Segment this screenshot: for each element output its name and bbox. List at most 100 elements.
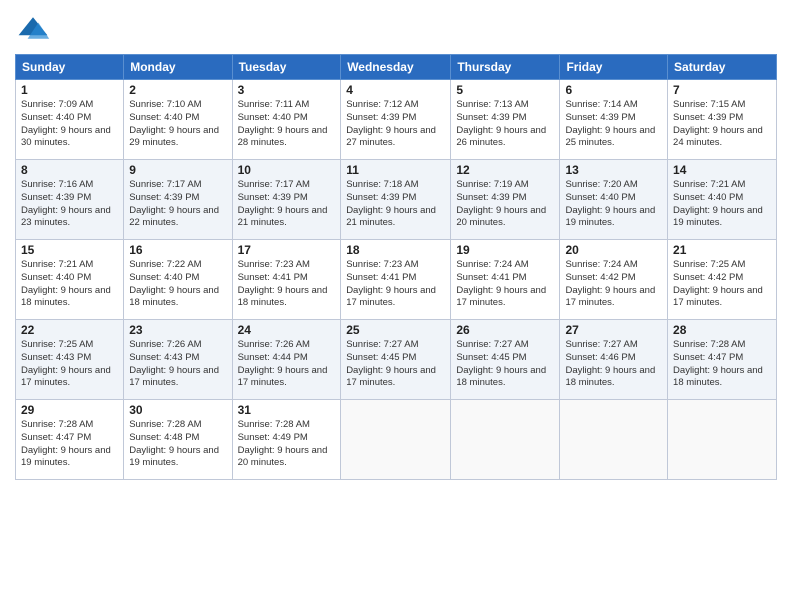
day-cell: 29 Sunrise: 7:28 AMSunset: 4:47 PMDayligh… [16, 400, 124, 480]
day-number: 12 [456, 163, 554, 177]
page: SundayMondayTuesdayWednesdayThursdayFrid… [0, 0, 792, 612]
day-info: Sunrise: 7:18 AMSunset: 4:39 PMDaylight:… [346, 179, 436, 228]
day-info: Sunrise: 7:27 AMSunset: 4:46 PMDaylight:… [565, 339, 655, 388]
day-cell [560, 400, 668, 480]
day-cell: 30 Sunrise: 7:28 AMSunset: 4:48 PMDayligh… [124, 400, 232, 480]
day-info: Sunrise: 7:13 AMSunset: 4:39 PMDaylight:… [456, 99, 546, 148]
day-cell: 11 Sunrise: 7:18 AMSunset: 4:39 PMDayligh… [341, 160, 451, 240]
day-cell: 4 Sunrise: 7:12 AMSunset: 4:39 PMDaylight… [341, 80, 451, 160]
calendar-table: SundayMondayTuesdayWednesdayThursdayFrid… [15, 54, 777, 480]
logo-icon [15, 10, 51, 46]
day-number: 9 [129, 163, 226, 177]
day-number: 17 [238, 243, 336, 257]
day-cell [451, 400, 560, 480]
day-info: Sunrise: 7:25 AMSunset: 4:43 PMDaylight:… [21, 339, 111, 388]
day-info: Sunrise: 7:28 AMSunset: 4:47 PMDaylight:… [21, 419, 111, 468]
day-number: 15 [21, 243, 118, 257]
header-cell-monday: Monday [124, 55, 232, 80]
day-number: 13 [565, 163, 662, 177]
day-cell [668, 400, 777, 480]
day-number: 4 [346, 83, 445, 97]
day-info: Sunrise: 7:15 AMSunset: 4:39 PMDaylight:… [673, 99, 763, 148]
day-cell: 14 Sunrise: 7:21 AMSunset: 4:40 PMDayligh… [668, 160, 777, 240]
day-number: 16 [129, 243, 226, 257]
day-number: 7 [673, 83, 771, 97]
day-number: 8 [21, 163, 118, 177]
day-number: 20 [565, 243, 662, 257]
day-number: 6 [565, 83, 662, 97]
day-info: Sunrise: 7:16 AMSunset: 4:39 PMDaylight:… [21, 179, 111, 228]
day-number: 14 [673, 163, 771, 177]
week-row-4: 22 Sunrise: 7:25 AMSunset: 4:43 PMDayligh… [16, 320, 777, 400]
day-info: Sunrise: 7:17 AMSunset: 4:39 PMDaylight:… [238, 179, 328, 228]
header-cell-friday: Friday [560, 55, 668, 80]
day-cell: 10 Sunrise: 7:17 AMSunset: 4:39 PMDayligh… [232, 160, 341, 240]
day-info: Sunrise: 7:14 AMSunset: 4:39 PMDaylight:… [565, 99, 655, 148]
day-number: 19 [456, 243, 554, 257]
day-info: Sunrise: 7:28 AMSunset: 4:49 PMDaylight:… [238, 419, 328, 468]
day-cell: 31 Sunrise: 7:28 AMSunset: 4:49 PMDayligh… [232, 400, 341, 480]
day-info: Sunrise: 7:17 AMSunset: 4:39 PMDaylight:… [129, 179, 219, 228]
day-number: 22 [21, 323, 118, 337]
day-info: Sunrise: 7:12 AMSunset: 4:39 PMDaylight:… [346, 99, 436, 148]
day-number: 27 [565, 323, 662, 337]
day-number: 24 [238, 323, 336, 337]
day-number: 26 [456, 323, 554, 337]
header-cell-sunday: Sunday [16, 55, 124, 80]
day-number: 25 [346, 323, 445, 337]
day-number: 10 [238, 163, 336, 177]
day-info: Sunrise: 7:20 AMSunset: 4:40 PMDaylight:… [565, 179, 655, 228]
day-info: Sunrise: 7:24 AMSunset: 4:42 PMDaylight:… [565, 259, 655, 308]
header-cell-tuesday: Tuesday [232, 55, 341, 80]
day-number: 23 [129, 323, 226, 337]
day-number: 30 [129, 403, 226, 417]
day-cell: 21 Sunrise: 7:25 AMSunset: 4:42 PMDayligh… [668, 240, 777, 320]
day-cell: 13 Sunrise: 7:20 AMSunset: 4:40 PMDayligh… [560, 160, 668, 240]
header [15, 10, 777, 46]
day-cell: 28Sunrise: 7:28 AMSunset: 4:47 PMDayligh… [668, 320, 777, 400]
day-number: 18 [346, 243, 445, 257]
day-cell: 23Sunrise: 7:26 AMSunset: 4:43 PMDayligh… [124, 320, 232, 400]
day-cell: 26 Sunrise: 7:27 AMSunset: 4:45 PMDayligh… [451, 320, 560, 400]
day-info: Sunrise: 7:11 AMSunset: 4:40 PMDaylight:… [238, 99, 328, 148]
day-number: 29 [21, 403, 118, 417]
day-info: Sunrise: 7:23 AMSunset: 4:41 PMDaylight:… [238, 259, 328, 308]
day-cell: 3Sunrise: 7:11 AMSunset: 4:40 PMDaylight… [232, 80, 341, 160]
day-cell: 16 Sunrise: 7:22 AMSunset: 4:40 PMDayligh… [124, 240, 232, 320]
day-cell: 20 Sunrise: 7:24 AMSunset: 4:42 PMDayligh… [560, 240, 668, 320]
day-info: Sunrise: 7:28 AMSunset: 4:48 PMDaylight:… [129, 419, 219, 468]
day-cell: 25Sunrise: 7:27 AMSunset: 4:45 PMDayligh… [341, 320, 451, 400]
day-number: 21 [673, 243, 771, 257]
week-row-2: 8 Sunrise: 7:16 AMSunset: 4:39 PMDaylight… [16, 160, 777, 240]
day-cell: 24 Sunrise: 7:26 AMSunset: 4:44 PMDayligh… [232, 320, 341, 400]
day-info: Sunrise: 7:26 AMSunset: 4:44 PMDaylight:… [238, 339, 328, 388]
day-cell: 22 Sunrise: 7:25 AMSunset: 4:43 PMDayligh… [16, 320, 124, 400]
day-number: 11 [346, 163, 445, 177]
day-cell [341, 400, 451, 480]
day-cell: 5 Sunrise: 7:13 AMSunset: 4:39 PMDaylight… [451, 80, 560, 160]
day-cell: 1Sunrise: 7:09 AMSunset: 4:40 PMDaylight… [16, 80, 124, 160]
header-cell-saturday: Saturday [668, 55, 777, 80]
day-info: Sunrise: 7:22 AMSunset: 4:40 PMDaylight:… [129, 259, 219, 308]
day-info: Sunrise: 7:23 AMSunset: 4:41 PMDaylight:… [346, 259, 436, 308]
day-number: 28 [673, 323, 771, 337]
day-number: 5 [456, 83, 554, 97]
day-info: Sunrise: 7:09 AMSunset: 4:40 PMDaylight:… [21, 99, 111, 148]
day-cell: 6 Sunrise: 7:14 AMSunset: 4:39 PMDaylight… [560, 80, 668, 160]
day-info: Sunrise: 7:21 AMSunset: 4:40 PMDaylight:… [21, 259, 111, 308]
week-row-1: 1Sunrise: 7:09 AMSunset: 4:40 PMDaylight… [16, 80, 777, 160]
day-cell: 7 Sunrise: 7:15 AMSunset: 4:39 PMDaylight… [668, 80, 777, 160]
day-info: Sunrise: 7:21 AMSunset: 4:40 PMDaylight:… [673, 179, 763, 228]
day-info: Sunrise: 7:19 AMSunset: 4:39 PMDaylight:… [456, 179, 546, 228]
day-number: 31 [238, 403, 336, 417]
day-cell: 18 Sunrise: 7:23 AMSunset: 4:41 PMDayligh… [341, 240, 451, 320]
day-cell: 27 Sunrise: 7:27 AMSunset: 4:46 PMDayligh… [560, 320, 668, 400]
calendar-body: 1Sunrise: 7:09 AMSunset: 4:40 PMDaylight… [16, 80, 777, 480]
day-cell: 12 Sunrise: 7:19 AMSunset: 4:39 PMDayligh… [451, 160, 560, 240]
day-info: Sunrise: 7:27 AMSunset: 4:45 PMDaylight:… [456, 339, 546, 388]
day-info: Sunrise: 7:10 AMSunset: 4:40 PMDaylight:… [129, 99, 219, 148]
day-info: Sunrise: 7:25 AMSunset: 4:42 PMDaylight:… [673, 259, 763, 308]
day-cell: 8 Sunrise: 7:16 AMSunset: 4:39 PMDaylight… [16, 160, 124, 240]
header-row: SundayMondayTuesdayWednesdayThursdayFrid… [16, 55, 777, 80]
day-cell: 19Sunrise: 7:24 AMSunset: 4:41 PMDayligh… [451, 240, 560, 320]
